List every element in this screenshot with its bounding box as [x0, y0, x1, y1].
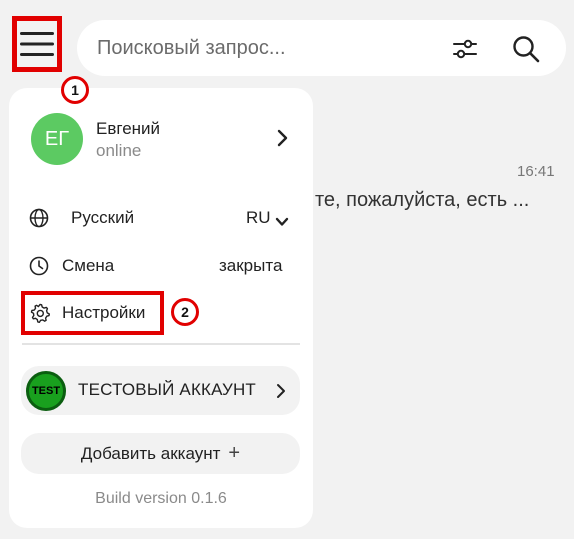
shift-label: Смена: [62, 256, 115, 275]
add-account-button[interactable]: Добавить аккаунт +: [21, 433, 300, 474]
user-status: online: [96, 141, 142, 160]
search-button[interactable]: [511, 34, 541, 64]
globe-icon: [29, 208, 49, 228]
sliders-icon: [453, 39, 477, 59]
profile-chevron-icon[interactable]: [275, 128, 291, 148]
language-label: Русский: [71, 208, 135, 227]
language-selector[interactable]: RU: [246, 208, 271, 228]
account-item[interactable]: TEST ТЕСТОВЫЙ АККАУНТ: [21, 366, 300, 415]
account-name: ТЕСТОВЫЙ АККАУНТ: [78, 380, 257, 399]
account-logo: TEST: [26, 371, 66, 411]
side-menu: ЕГ Евгений online Русский RU Смена закры…: [9, 88, 313, 528]
hamburger-icon: [20, 32, 54, 56]
gear-icon: [30, 303, 50, 323]
settings-menu-item[interactable]: Настройки: [21, 291, 164, 335]
avatar[interactable]: ЕГ: [31, 113, 83, 165]
chat-timestamp: 16:41: [517, 163, 555, 180]
divider: [22, 343, 300, 345]
settings-label: Настройки: [62, 303, 146, 322]
chevron-right-icon: [275, 382, 287, 400]
search-icon: [513, 36, 540, 63]
shift-status: закрыта: [219, 256, 283, 275]
user-name[interactable]: Евгений: [96, 119, 160, 139]
clock-icon: [29, 256, 49, 276]
plus-icon: +: [228, 442, 241, 464]
search-bar: [77, 20, 566, 76]
annotation-marker-1: 1: [61, 76, 89, 104]
chat-message-preview[interactable]: те, пожалуйста, есть ...: [315, 189, 529, 212]
search-input[interactable]: [97, 20, 427, 76]
add-account-label: Добавить аккаунт: [80, 443, 221, 463]
filter-button[interactable]: [451, 35, 479, 63]
annotation-marker-2: 2: [171, 298, 199, 326]
chevron-down-icon[interactable]: [275, 215, 289, 227]
build-version: Build version 0.1.6: [95, 490, 227, 507]
menu-button[interactable]: [12, 16, 62, 72]
